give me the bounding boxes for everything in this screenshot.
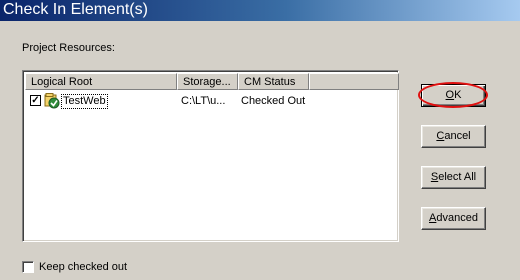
web-project-icon — [44, 93, 60, 109]
cancel-button[interactable]: Cancel — [421, 125, 486, 148]
row-logical-root: TestWeb — [61, 94, 108, 109]
column-header-filler — [309, 73, 399, 90]
table-row[interactable]: ✓ TestWeb C:\LT\u... Checked Out — [25, 93, 396, 109]
project-resources-label: Project Resources: — [22, 42, 115, 54]
title-bar[interactable]: Check In Element(s) — [0, 0, 520, 21]
column-header-logical-root[interactable]: Logical Root — [25, 73, 177, 90]
list-header: Logical Root Storage... CM Status — [25, 73, 399, 90]
column-header-cm-status[interactable]: CM Status — [238, 73, 309, 90]
keep-checked-out-label: Keep checked out — [39, 261, 128, 273]
advanced-button[interactable]: Advanced — [421, 207, 486, 230]
select-all-button[interactable]: Select All — [421, 166, 486, 189]
column-header-storage[interactable]: Storage... — [177, 73, 238, 90]
row-cm-status: Checked Out — [241, 95, 306, 107]
keep-checked-out-box[interactable] — [22, 261, 34, 273]
row-checkbox[interactable]: ✓ — [30, 95, 41, 106]
row-storage: C:\LT\u... — [181, 95, 226, 107]
check-in-dialog: Check In Element(s) Project Resources: L… — [0, 0, 520, 280]
project-resources-list[interactable]: Logical Root Storage... CM Status ✓ Test… — [22, 70, 399, 242]
window-title: Check In Element(s) — [3, 1, 148, 18]
ok-button[interactable]: OK — [421, 84, 486, 107]
